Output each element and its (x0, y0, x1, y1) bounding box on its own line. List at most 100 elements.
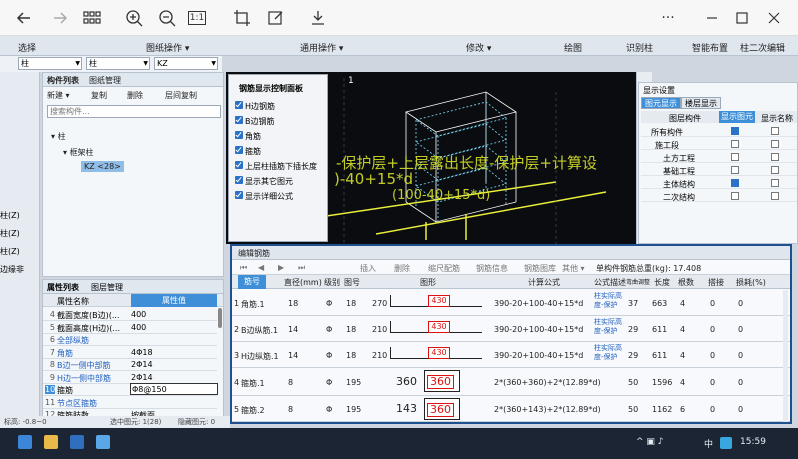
download-icon[interactable] (306, 6, 330, 30)
display-row[interactable]: 所有构件 (641, 125, 797, 137)
tab-layer-management[interactable]: 图层管理 (91, 282, 123, 293)
show-name-checkbox[interactable] (771, 127, 779, 135)
rebar-bar-name[interactable]: H边纵筋.1 (241, 351, 279, 362)
rebar-bar-name[interactable]: B边纵筋.1 (241, 325, 278, 336)
show-element-checkbox[interactable] (731, 140, 739, 148)
show-name-checkbox[interactable] (771, 166, 779, 174)
stirrup-length-label[interactable]: 360 (427, 403, 454, 417)
property-row[interactable]: 11 节点区箍筋 (43, 396, 217, 409)
tab-property-list[interactable]: 属性列表 (47, 282, 79, 293)
control-checkbox[interactable]: 显示详细公式 (235, 191, 293, 202)
nav-item[interactable]: 边缘非 (0, 264, 24, 275)
floor-copy-button[interactable]: 层间复制 (165, 90, 197, 101)
maximize-icon[interactable] (730, 6, 754, 30)
menu-drawing-ops[interactable]: 图纸操作 ▾ (146, 41, 189, 54)
control-checkbox[interactable]: 上层柱插筋下插长度 (235, 161, 317, 172)
grid-icon[interactable] (80, 6, 104, 30)
scale-rebar-button[interactable]: 缩尺配筋 (428, 263, 460, 274)
property-row[interactable]: 8 B边一侧中部筋 2Φ14 (43, 358, 217, 371)
rebar-info-button[interactable]: 钢筋信息 (476, 263, 508, 274)
rebar-row[interactable]: 4 箍筋.1 8 Φ 195 2*(360+360)+2*(12.89*d) 50 1596 4… (232, 368, 790, 396)
menu-smart-layout[interactable]: 智能布置 (692, 41, 728, 54)
show-element-checkbox[interactable] (731, 179, 739, 187)
property-value[interactable]: 400 (131, 323, 146, 332)
rebar-bar-name[interactable]: 角筋.1 (241, 299, 265, 310)
crop-icon[interactable] (230, 6, 254, 30)
property-row[interactable]: 4 截面宽度(B边)(... 400 (43, 308, 217, 321)
tree-item-column[interactable]: ▾ 柱 (51, 131, 66, 142)
app-icon[interactable] (96, 435, 110, 449)
rebar-row[interactable]: 2 B边纵筋.1 14 Φ 18 390-20+100-40+15*d 柱实际高度-保护 29… (232, 316, 790, 342)
control-checkbox[interactable]: 显示其它图元 (235, 176, 293, 187)
back-icon[interactable] (12, 6, 36, 30)
rebar-bar-name[interactable]: 箍筋.2 (241, 405, 265, 416)
tab-element-display[interactable]: 图元显示 (641, 97, 681, 109)
rebar-row[interactable]: 5 箍筋.2 8 Φ 195 2*(360+143)+2*(12.89*d) 50 1162 6… (232, 396, 790, 422)
display-row[interactable]: 二次结构 (641, 190, 797, 202)
search-input[interactable]: 搜索构件... (47, 105, 221, 118)
rebar-length-label[interactable]: 430 (428, 295, 450, 307)
scrollbar[interactable] (783, 290, 788, 422)
edit-icon[interactable] (264, 6, 288, 30)
rebar-length-label[interactable]: 430 (428, 321, 450, 333)
tree-item-frame-column[interactable]: ▾ 框架柱 (63, 147, 94, 158)
nav-first-icon[interactable]: ⏮ (240, 263, 247, 273)
property-value[interactable]: 2Φ14 (131, 373, 153, 382)
control-checkbox[interactable]: H边钢筋 (235, 101, 275, 112)
display-row[interactable]: 施工段 (641, 138, 797, 150)
tree-item-kz[interactable]: KZ <28> (81, 161, 124, 172)
forward-icon[interactable] (48, 6, 72, 30)
rebar-library-button[interactable]: 钢筋图库 (524, 263, 556, 274)
property-value[interactable]: 400 (131, 310, 146, 319)
property-value[interactable]: 2Φ14 (131, 360, 153, 369)
property-row[interactable]: 7 角筋 4Φ18 (43, 346, 217, 359)
menu-column-edit[interactable]: 柱二次编辑 (740, 41, 785, 54)
rebar-bar-name[interactable]: 箍筋.1 (241, 378, 265, 389)
copy-button[interactable]: 复制 (91, 90, 107, 101)
show-element-checkbox[interactable] (731, 127, 739, 135)
rebar-row[interactable]: 1 角筋.1 18 Φ 18 390-20+100-40+15*d 柱实际高度-保护 37 66… (232, 290, 790, 316)
control-checkbox[interactable]: B边钢筋 (235, 116, 275, 127)
delete-button[interactable]: 删除 (127, 90, 143, 101)
property-value[interactable]: Φ8@150 (130, 383, 218, 395)
show-name-checkbox[interactable] (771, 192, 779, 200)
subtype-dropdown[interactable]: 柱 ▼ (86, 57, 150, 70)
category-dropdown[interactable]: 柱 ▼ (18, 57, 82, 70)
3d-viewport[interactable]: -保护层+上层露出长度-保护层+计算设 )-40+15*d (100-40+15… (226, 72, 636, 244)
rebar-length-label[interactable]: 430 (428, 347, 450, 359)
close-icon[interactable] (762, 6, 786, 30)
new-button[interactable]: 新建 ▾ (47, 90, 70, 101)
show-name-checkbox[interactable] (771, 153, 779, 161)
minimize-icon[interactable] (700, 6, 724, 30)
actual-size-button[interactable]: 1:1 (188, 11, 206, 25)
ime-indicator[interactable]: 中 (704, 437, 713, 450)
control-checkbox[interactable]: 角筋 (235, 131, 261, 142)
tab-component-list[interactable]: 构件列表 (47, 75, 79, 86)
insert-button[interactable]: 插入 (360, 263, 376, 274)
show-name-checkbox[interactable] (771, 140, 779, 148)
show-element-checkbox[interactable] (731, 192, 739, 200)
menu-select[interactable]: 选择 (18, 41, 36, 54)
nav-item[interactable]: 柱(Z) (0, 246, 20, 257)
name-dropdown[interactable]: KZ ▼ (154, 57, 218, 70)
tab-drawing-management[interactable]: 图纸管理 (89, 75, 121, 86)
zoom-in-icon[interactable] (122, 6, 146, 30)
display-row[interactable]: 主体结构 (641, 177, 797, 189)
stirrup-length-label[interactable]: 360 (427, 375, 454, 389)
app-tray-icon[interactable] (720, 437, 732, 449)
tab-floor-display[interactable]: 楼层显示 (681, 97, 721, 109)
menu-modify[interactable]: 修改 ▾ (466, 41, 491, 54)
nav-prev-icon[interactable]: ◀ (258, 263, 264, 272)
delete-row-button[interactable]: 删除 (394, 263, 410, 274)
nav-item[interactable]: 柱(Z) (0, 228, 20, 239)
nav-next-icon[interactable]: ▶ (278, 263, 284, 272)
show-element-checkbox[interactable] (731, 166, 739, 174)
nav-last-icon[interactable]: ⏭ (298, 263, 305, 273)
file-explorer-icon[interactable] (44, 435, 58, 449)
rebar-row[interactable]: 3 H边纵筋.1 14 Φ 18 390-20+100-40+15*d 柱实际高度-保护 29… (232, 342, 790, 368)
menu-draw[interactable]: 绘图 (564, 41, 582, 54)
property-value[interactable]: 4Φ18 (131, 348, 153, 357)
display-row[interactable]: 基础工程 (641, 164, 797, 176)
show-element-checkbox[interactable] (731, 153, 739, 161)
more-button[interactable]: ··· (656, 6, 680, 30)
